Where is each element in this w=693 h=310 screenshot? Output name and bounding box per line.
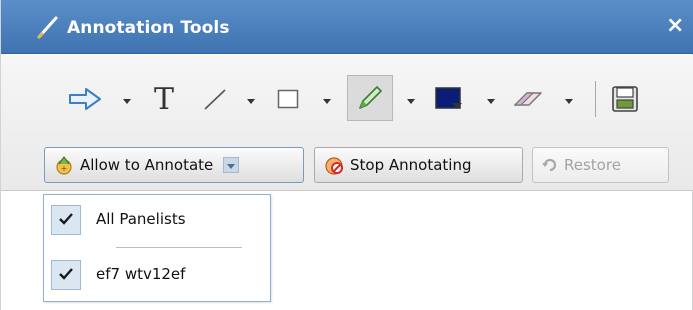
stop-annotating-label: Stop Annotating (350, 156, 472, 174)
menu-item-label: All Panelists (96, 210, 186, 228)
eraser-dropdown-button[interactable] (563, 91, 575, 107)
menu-item-panelist[interactable]: ef7 wtv12ef (44, 254, 270, 296)
annotation-toolbar: T + Allow to Annotate Stop Annotating Re… (1, 55, 693, 191)
caret-down-icon (227, 156, 236, 174)
caret-down-icon (565, 90, 573, 109)
allow-to-annotate-label: Allow to Annotate (80, 156, 214, 174)
caret-down-icon (407, 90, 415, 109)
caret-down-icon (247, 90, 255, 109)
menu-item-all-panelists[interactable]: All Panelists (44, 199, 270, 241)
arrow-right-icon (68, 87, 102, 111)
close-button[interactable]: × (666, 13, 690, 41)
svg-text:+: + (61, 164, 68, 173)
rectangle-dropdown-button[interactable] (321, 91, 333, 107)
highlighter-pen-icon (354, 82, 386, 114)
window-title: Annotation Tools (67, 18, 230, 38)
menu-divider (116, 247, 242, 248)
checkbox-checked[interactable] (51, 205, 81, 235)
allow-to-annotate-button[interactable]: + Allow to Annotate (44, 147, 304, 183)
highlighter-dropdown-button[interactable] (405, 91, 417, 107)
rectangle-tool-button[interactable] (271, 79, 305, 119)
pen-icon (35, 14, 61, 40)
check-icon (58, 211, 74, 230)
color-picker-button[interactable] (429, 79, 469, 119)
restore-label: Restore (564, 156, 621, 174)
eraser-icon (511, 87, 545, 111)
line-icon (202, 87, 228, 111)
pointer-dropdown-button[interactable] (121, 91, 133, 107)
highlighter-tool-button[interactable] (347, 75, 393, 121)
allow-dropdown-caret[interactable] (223, 156, 240, 174)
annotate-permission-menu: All Panelists ef7 wtv12ef (43, 194, 271, 302)
allow-annotate-icon: + (53, 154, 75, 176)
stop-annotating-button[interactable]: Stop Annotating (314, 147, 523, 183)
menu-item-label: ef7 wtv12ef (96, 265, 186, 283)
checkbox-checked[interactable] (51, 260, 81, 290)
restore-icon (541, 156, 559, 174)
restore-button[interactable]: Restore (532, 147, 669, 183)
color-swatch-icon (434, 86, 464, 112)
check-icon (58, 266, 74, 285)
title-bar: Annotation Tools × (1, 0, 693, 54)
text-icon: T (153, 81, 174, 117)
save-button[interactable] (605, 79, 645, 119)
pointer-tool-button[interactable] (65, 79, 105, 119)
stop-annotate-icon (323, 154, 345, 176)
line-tool-button[interactable] (199, 79, 231, 119)
color-dropdown-button[interactable] (485, 91, 497, 107)
caret-down-icon (123, 90, 131, 109)
text-tool-button[interactable]: T (149, 79, 179, 119)
caret-down-icon (323, 90, 331, 109)
floppy-disk-icon (611, 85, 639, 113)
line-dropdown-button[interactable] (245, 91, 257, 107)
eraser-tool-button[interactable] (507, 79, 549, 119)
annotation-tools-panel: Annotation Tools × T + Allow to Annotate… (0, 0, 693, 310)
toolbar-divider (595, 81, 596, 117)
rectangle-icon (276, 87, 300, 111)
caret-down-icon (487, 90, 495, 109)
